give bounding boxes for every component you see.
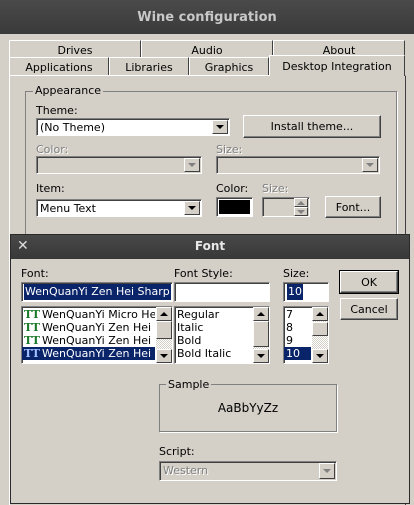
tab-label: Graphics — [204, 60, 254, 74]
theme-label: Theme: — [36, 104, 78, 117]
chevron-down-icon[interactable] — [212, 120, 228, 134]
list-item-label: WenQuanYi Zen Hei — [42, 334, 152, 347]
truetype-icon: TT — [24, 308, 40, 321]
font-size-label: Size: — [283, 267, 310, 280]
font-dialog-titlebar[interactable]: ✕ Font — [11, 235, 409, 259]
list-item[interactable]: Bold Italic — [177, 347, 252, 360]
list-item[interactable]: TT WenQuanYi Zen Hei — [22, 321, 155, 334]
tab-label: Desktop Integration — [282, 59, 392, 73]
scroll-up-icon[interactable] — [312, 307, 328, 321]
list-item[interactable]: TT WenQuanYi Zen Hei — [22, 334, 155, 347]
font-name-input-value: WenQuanYi Zen Hei Sharp — [24, 284, 171, 300]
tab-desktop-integration[interactable]: Desktop Integration — [269, 55, 405, 76]
item-label: Item: — [36, 182, 65, 195]
font-dialog: ✕ Font Font: WenQuanYi Zen Hei Sharp TT W… — [10, 234, 410, 504]
cancel-button[interactable]: Cancel — [340, 298, 398, 320]
scroll-up-icon[interactable] — [156, 307, 172, 321]
tab-label: Applications — [25, 60, 93, 74]
list-item[interactable]: Italic — [177, 321, 252, 334]
list-item-label: WenQuanYi Micro Hei — [42, 308, 155, 321]
font-dialog-title: Font — [194, 239, 226, 253]
window-titlebar[interactable]: Wine configuration — [0, 0, 414, 34]
scroll-thumb[interactable] — [312, 322, 328, 336]
chevron-down-icon[interactable] — [362, 158, 378, 172]
font-list-scrollbar[interactable] — [156, 307, 172, 363]
spin-down-icon[interactable] — [294, 207, 308, 216]
script-select[interactable]: Western — [159, 461, 337, 481]
truetype-icon: TT — [24, 347, 40, 360]
truetype-icon: TT — [24, 334, 40, 347]
list-item[interactable]: TT WenQuanYi Micro Hei — [22, 308, 155, 321]
item-color-button[interactable] — [216, 197, 253, 217]
list-item[interactable]: Bold — [177, 334, 252, 347]
chevron-down-icon[interactable] — [184, 201, 200, 215]
ok-button-label: OK — [361, 275, 377, 289]
font-list[interactable]: TT WenQuanYi Micro Hei TT WenQuanYi Zen He… — [21, 306, 173, 364]
color-select[interactable] — [36, 156, 202, 174]
list-item-label: WenQuanYi Zen Hei — [42, 321, 152, 334]
font-size-input-value: 10 — [287, 284, 303, 300]
scroll-thumb[interactable] — [253, 321, 269, 347]
font-size-scrollbar[interactable] — [312, 307, 328, 363]
item-size-label: Size: — [262, 182, 289, 195]
truetype-icon: TT — [24, 321, 40, 334]
tab-label: Libraries — [125, 60, 173, 74]
font-style-list[interactable]: Regular Italic Bold Bold Italic — [174, 306, 270, 364]
item-color-label: Color: — [216, 182, 249, 195]
font-button-label: Font... — [335, 200, 371, 214]
font-style-input[interactable] — [174, 282, 270, 302]
tab-applications[interactable]: Applications — [9, 57, 109, 76]
install-theme-button[interactable]: Install theme... — [243, 115, 381, 138]
list-item[interactable]: 7 — [286, 308, 311, 321]
font-name-input[interactable]: WenQuanYi Zen Hei Sharp — [21, 282, 173, 302]
install-theme-button-label: Install theme... — [270, 120, 354, 133]
tab-label: Audio — [191, 43, 223, 57]
font-size-input[interactable]: 10 — [283, 282, 329, 302]
cancel-button-label: Cancel — [350, 302, 388, 316]
list-item-label: WenQuanYi Zen Hei — [42, 347, 152, 360]
item-size-spinner[interactable] — [262, 197, 310, 217]
color-swatch — [219, 200, 250, 214]
theme-select[interactable]: (No Theme) — [36, 118, 230, 136]
font-button[interactable]: Font... — [325, 196, 381, 218]
window-title: Wine configuration — [137, 9, 277, 25]
script-label: Script: — [159, 445, 195, 458]
font-size-list[interactable]: 7 8 9 10 — [283, 306, 329, 364]
chevron-down-icon[interactable] — [319, 463, 335, 479]
font-style-scrollbar[interactable] — [253, 307, 269, 363]
scroll-up-icon[interactable] — [253, 307, 269, 321]
font-label: Font: — [21, 267, 49, 280]
item-select-value: Menu Text — [40, 202, 96, 215]
scroll-down-icon[interactable] — [156, 349, 172, 363]
color-label: Color: — [36, 143, 69, 156]
script-select-value: Western — [163, 464, 209, 477]
size-label: Size: — [216, 143, 243, 156]
appearance-group-label: Appearance — [33, 84, 104, 97]
sample-label: Sample — [166, 378, 212, 391]
list-item-selected[interactable]: TT WenQuanYi Zen Hei — [22, 347, 155, 360]
tab-libraries[interactable]: Libraries — [109, 57, 189, 76]
scroll-down-icon[interactable] — [312, 349, 328, 363]
tab-graphics[interactable]: Graphics — [189, 57, 269, 76]
scroll-down-icon[interactable] — [253, 349, 269, 363]
list-item[interactable]: 9 — [286, 334, 311, 347]
font-style-label: Font Style: — [174, 267, 233, 280]
spin-up-icon[interactable] — [294, 198, 308, 207]
scroll-thumb[interactable] — [156, 321, 172, 339]
chevron-down-icon[interactable] — [184, 158, 200, 172]
tab-label: Drives — [57, 43, 93, 57]
list-item[interactable]: 8 — [286, 321, 311, 334]
list-item[interactable]: Regular — [177, 308, 252, 321]
size-select[interactable] — [216, 156, 380, 174]
theme-select-value: (No Theme) — [40, 121, 105, 134]
list-item-selected[interactable]: 10 — [284, 347, 311, 360]
item-select[interactable]: Menu Text — [36, 199, 202, 217]
ok-button[interactable]: OK — [339, 270, 399, 294]
sample-text: AaBbYyZz — [217, 401, 279, 415]
